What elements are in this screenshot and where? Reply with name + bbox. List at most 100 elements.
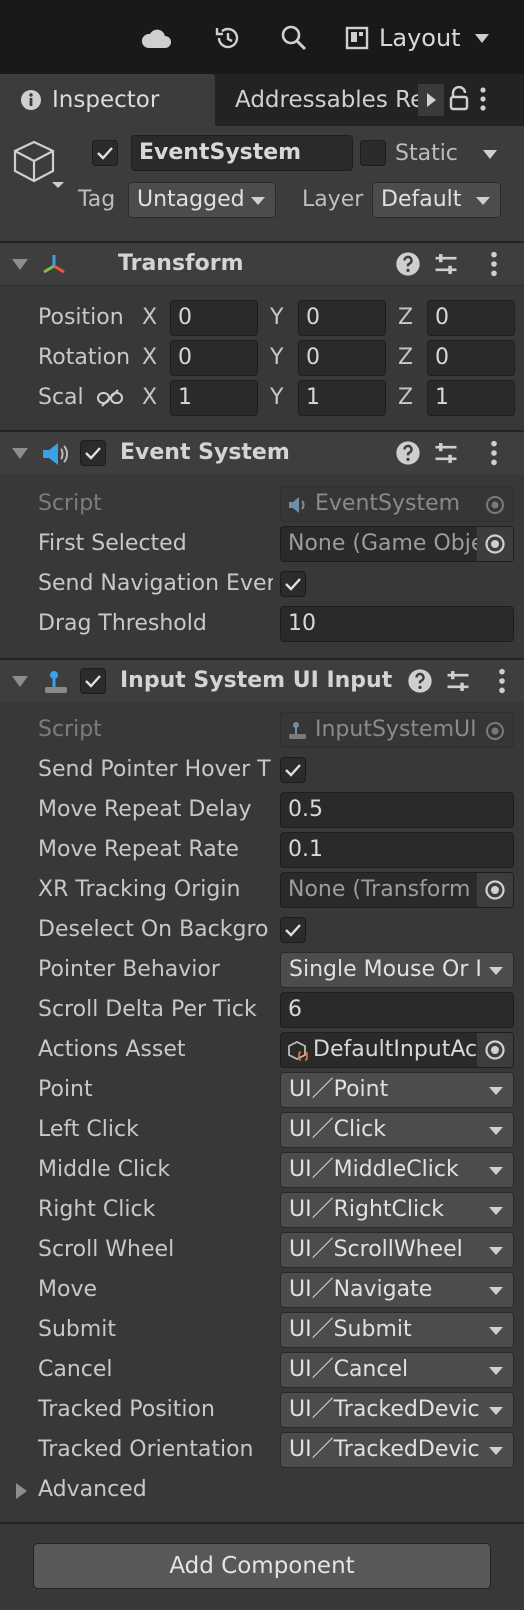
- action-row-middle-click: Middle Click UI／MiddleClick: [0, 1150, 524, 1190]
- preset-sliders-icon[interactable]: [432, 439, 460, 467]
- scroll-delta-row: Scroll Delta Per Tick 6: [0, 990, 524, 1030]
- gameobject-name-field[interactable]: EventSystem: [131, 135, 353, 171]
- cloud-icon[interactable]: [138, 20, 174, 56]
- add-component-button[interactable]: Add Component: [33, 1543, 491, 1589]
- scale-y-field[interactable]: 1: [298, 380, 386, 416]
- top-toolbar: Layout: [0, 0, 524, 74]
- help-icon[interactable]: [394, 439, 422, 467]
- help-icon[interactable]: [394, 250, 422, 278]
- action-dropdown[interactable]: UI／Point: [280, 1072, 514, 1108]
- layer-value: Default: [381, 187, 462, 212]
- rotation-y-field[interactable]: 0: [298, 340, 386, 376]
- input-module-header[interactable]: Input System UI Input M: [0, 660, 524, 702]
- xr-tracking-origin-field[interactable]: None (Transform: [280, 872, 514, 908]
- advanced-foldout-row[interactable]: Advanced: [0, 1470, 524, 1510]
- help-icon[interactable]: [406, 667, 434, 695]
- send-navigation-checkbox[interactable]: [280, 571, 306, 597]
- action-row-submit: Submit UI／Submit: [0, 1310, 524, 1350]
- layout-dropdown[interactable]: Layout: [345, 20, 489, 56]
- object-picker-button[interactable]: [477, 527, 513, 561]
- kebab-menu-icon[interactable]: [478, 86, 498, 114]
- foldout-arrow-icon[interactable]: [16, 1483, 27, 1499]
- tab-scroll-right-button[interactable]: [418, 84, 444, 116]
- foldout-arrow-icon[interactable]: [12, 259, 28, 270]
- kebab-menu-icon[interactable]: [488, 667, 516, 695]
- object-picker-icon: [486, 722, 504, 740]
- tab-inspector[interactable]: Inspector: [0, 74, 215, 126]
- chevron-down-icon: [489, 1327, 503, 1335]
- event-system-script-field: EventSystem: [280, 486, 514, 522]
- drag-threshold-label: Drag Threshold: [38, 611, 207, 636]
- rotation-z-field[interactable]: 0: [427, 340, 515, 376]
- event-system-title: Event System: [120, 440, 290, 465]
- foldout-arrow-icon[interactable]: [12, 448, 28, 459]
- action-dropdown[interactable]: UI／Navigate: [280, 1272, 514, 1308]
- kebab-menu-icon[interactable]: [480, 250, 508, 278]
- send-navigation-row: Send Navigation Ever: [0, 564, 524, 604]
- action-dropdown[interactable]: UI／TrackedDevic: [280, 1392, 514, 1428]
- preset-sliders-icon[interactable]: [432, 250, 460, 278]
- gameobject-cube-icon[interactable]: [12, 138, 68, 194]
- action-value: UI／TrackedDevic: [289, 1397, 480, 1422]
- static-checkbox[interactable]: [360, 140, 386, 166]
- static-dropdown-arrow[interactable]: [483, 150, 497, 159]
- action-value: UI／MiddleClick: [289, 1157, 459, 1182]
- foldout-arrow-icon[interactable]: [12, 676, 28, 687]
- kebab-menu-icon[interactable]: [480, 439, 508, 467]
- move-repeat-delay-field[interactable]: 0.5: [280, 792, 514, 828]
- check-icon: [285, 578, 301, 591]
- action-dropdown[interactable]: UI／Cancel: [280, 1352, 514, 1388]
- script-label: Script: [38, 491, 102, 516]
- rotation-x-field[interactable]: 0: [170, 340, 258, 376]
- input-module-script-field: InputSystemUI: [280, 712, 514, 748]
- check-icon: [97, 147, 113, 160]
- divider: [0, 1522, 524, 1524]
- lock-icon[interactable]: [448, 85, 474, 114]
- transform-header[interactable]: Transform: [0, 243, 524, 285]
- object-picker-button[interactable]: [477, 873, 513, 907]
- action-value: UI／ScrollWheel: [289, 1237, 463, 1262]
- constrain-proportions-link-icon[interactable]: [96, 388, 124, 408]
- action-dropdown[interactable]: UI／RightClick: [280, 1192, 514, 1228]
- history-icon[interactable]: [210, 20, 246, 56]
- position-label: Position: [38, 305, 124, 330]
- drag-threshold-field[interactable]: 10: [280, 606, 514, 642]
- object-picker-button[interactable]: [477, 1033, 513, 1067]
- advanced-label: Advanced: [38, 1477, 147, 1502]
- input-module-enabled-checkbox[interactable]: [80, 668, 106, 694]
- action-value: UI／Point: [289, 1077, 389, 1102]
- move-repeat-rate-field[interactable]: 0.1: [280, 832, 514, 868]
- layer-dropdown[interactable]: Default: [372, 182, 501, 218]
- scale-z-field[interactable]: 1: [427, 380, 515, 416]
- move-repeat-rate-label: Move Repeat Rate: [38, 837, 239, 862]
- search-icon[interactable]: [276, 20, 312, 56]
- preset-sliders-icon[interactable]: [444, 667, 472, 695]
- check-icon: [85, 675, 101, 688]
- chevron-down-icon: [489, 1287, 503, 1295]
- tag-dropdown[interactable]: Untagged: [128, 182, 276, 218]
- position-x-field[interactable]: 0: [170, 300, 258, 336]
- actions-asset-field[interactable]: DefaultInputAc: [280, 1032, 514, 1068]
- event-system-enabled-checkbox[interactable]: [80, 440, 106, 466]
- scroll-delta-field[interactable]: 6: [280, 992, 514, 1028]
- script-joystick-icon: [289, 722, 306, 739]
- position-z-field[interactable]: 0: [427, 300, 515, 336]
- tab-addressables[interactable]: Addressables Re: [218, 74, 418, 126]
- send-pointer-hover-checkbox[interactable]: [280, 757, 306, 783]
- first-selected-field[interactable]: None (Game Obje: [280, 526, 514, 562]
- layout-icon: [345, 26, 369, 50]
- action-dropdown[interactable]: UI／TrackedDevic: [280, 1432, 514, 1468]
- action-dropdown[interactable]: UI／Submit: [280, 1312, 514, 1348]
- action-dropdown[interactable]: UI／MiddleClick: [280, 1152, 514, 1188]
- active-checkbox[interactable]: [92, 140, 118, 166]
- event-system-header[interactable]: Event System: [0, 432, 524, 474]
- pointer-behavior-dropdown[interactable]: Single Mouse Or I: [280, 952, 514, 988]
- action-dropdown[interactable]: UI／Click: [280, 1112, 514, 1148]
- position-y-field[interactable]: 0: [298, 300, 386, 336]
- scale-x-field[interactable]: 1: [170, 380, 258, 416]
- deselect-on-background-checkbox[interactable]: [280, 917, 306, 943]
- add-component-area: Add Component: [0, 1525, 524, 1610]
- action-row-scroll-wheel: Scroll Wheel UI／ScrollWheel: [0, 1230, 524, 1270]
- action-dropdown[interactable]: UI／ScrollWheel: [280, 1232, 514, 1268]
- chevron-down-icon: [476, 197, 490, 205]
